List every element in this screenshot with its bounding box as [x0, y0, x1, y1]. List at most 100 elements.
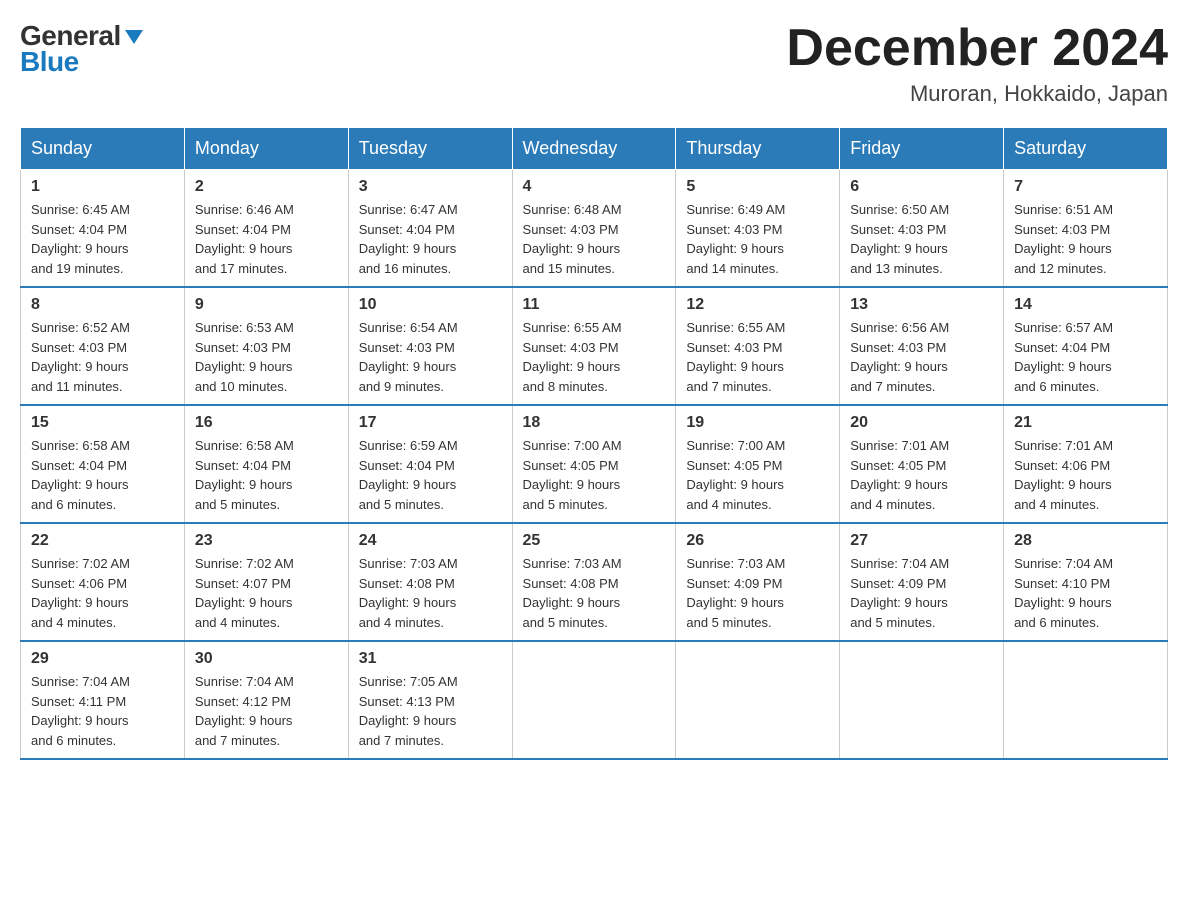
calendar-cell — [840, 641, 1004, 759]
calendar-cell: 24 Sunrise: 7:03 AMSunset: 4:08 PMDayligh… — [348, 523, 512, 641]
day-number: 9 — [195, 296, 338, 314]
day-info: Sunrise: 7:02 AMSunset: 4:06 PMDaylight:… — [31, 554, 174, 632]
day-number: 19 — [686, 414, 829, 432]
calendar-cell: 13 Sunrise: 6:56 AMSunset: 4:03 PMDayligh… — [840, 287, 1004, 405]
day-number: 18 — [523, 414, 666, 432]
calendar-cell: 19 Sunrise: 7:00 AMSunset: 4:05 PMDayligh… — [676, 405, 840, 523]
day-info: Sunrise: 7:03 AMSunset: 4:09 PMDaylight:… — [686, 554, 829, 632]
day-info: Sunrise: 7:02 AMSunset: 4:07 PMDaylight:… — [195, 554, 338, 632]
calendar-cell: 29 Sunrise: 7:04 AMSunset: 4:11 PMDayligh… — [21, 641, 185, 759]
day-number: 10 — [359, 296, 502, 314]
day-info: Sunrise: 6:49 AMSunset: 4:03 PMDaylight:… — [686, 200, 829, 278]
day-number: 30 — [195, 650, 338, 668]
day-info: Sunrise: 6:56 AMSunset: 4:03 PMDaylight:… — [850, 318, 993, 396]
calendar-cell: 1 Sunrise: 6:45 AMSunset: 4:04 PMDaylight… — [21, 170, 185, 288]
header-tuesday: Tuesday — [348, 128, 512, 170]
calendar-cell: 16 Sunrise: 6:58 AMSunset: 4:04 PMDayligh… — [184, 405, 348, 523]
logo-triangle-icon — [123, 26, 145, 48]
calendar-cell: 31 Sunrise: 7:05 AMSunset: 4:13 PMDayligh… — [348, 641, 512, 759]
day-number: 17 — [359, 414, 502, 432]
calendar-cell: 26 Sunrise: 7:03 AMSunset: 4:09 PMDayligh… — [676, 523, 840, 641]
day-number: 1 — [31, 178, 174, 196]
calendar-week-row: 8Sunrise: 6:52 AMSunset: 4:03 PMDaylight… — [21, 287, 1168, 405]
calendar-cell: 6Sunrise: 6:50 AMSunset: 4:03 PMDaylight… — [840, 170, 1004, 288]
calendar-cell: 18Sunrise: 7:00 AMSunset: 4:05 PMDayligh… — [512, 405, 676, 523]
calendar-header: Sunday Monday Tuesday Wednesday Thursday… — [21, 128, 1168, 170]
month-title: December 2024 — [786, 20, 1168, 77]
day-info: Sunrise: 6:58 AMSunset: 4:04 PMDaylight:… — [31, 436, 174, 514]
day-info: Sunrise: 7:01 AMSunset: 4:06 PMDaylight:… — [1014, 436, 1157, 514]
calendar-body: 1 Sunrise: 6:45 AMSunset: 4:04 PMDaylight… — [21, 170, 1168, 760]
day-info: Sunrise: 6:54 AMSunset: 4:03 PMDaylight:… — [359, 318, 502, 396]
calendar-cell: 20 Sunrise: 7:01 AMSunset: 4:05 PMDayligh… — [840, 405, 1004, 523]
calendar-week-row: 29 Sunrise: 7:04 AMSunset: 4:11 PMDayligh… — [21, 641, 1168, 759]
calendar-week-row: 1 Sunrise: 6:45 AMSunset: 4:04 PMDaylight… — [21, 170, 1168, 288]
calendar-cell: 12 Sunrise: 6:55 AMSunset: 4:03 PMDayligh… — [676, 287, 840, 405]
day-info: Sunrise: 7:04 AMSunset: 4:11 PMDaylight:… — [31, 672, 174, 750]
day-number: 12 — [686, 296, 829, 314]
header-sunday: Sunday — [21, 128, 185, 170]
day-number: 4 — [523, 178, 666, 196]
day-number: 7 — [1014, 178, 1157, 196]
day-number: 13 — [850, 296, 993, 314]
day-number: 23 — [195, 532, 338, 550]
title-block: December 2024 Muroran, Hokkaido, Japan — [786, 20, 1168, 107]
day-info: Sunrise: 6:47 AMSunset: 4:04 PMDaylight:… — [359, 200, 502, 278]
day-info: Sunrise: 6:45 AMSunset: 4:04 PMDaylight:… — [31, 200, 174, 278]
calendar-week-row: 22 Sunrise: 7:02 AMSunset: 4:06 PMDayligh… — [21, 523, 1168, 641]
calendar-cell — [676, 641, 840, 759]
day-info: Sunrise: 6:51 AMSunset: 4:03 PMDaylight:… — [1014, 200, 1157, 278]
calendar-cell: 7 Sunrise: 6:51 AMSunset: 4:03 PMDaylight… — [1004, 170, 1168, 288]
calendar-cell: 8Sunrise: 6:52 AMSunset: 4:03 PMDaylight… — [21, 287, 185, 405]
day-info: Sunrise: 7:00 AMSunset: 4:05 PMDaylight:… — [686, 436, 829, 514]
calendar-cell: 23 Sunrise: 7:02 AMSunset: 4:07 PMDayligh… — [184, 523, 348, 641]
header-row: Sunday Monday Tuesday Wednesday Thursday… — [21, 128, 1168, 170]
day-number: 5 — [686, 178, 829, 196]
calendar-cell: 4Sunrise: 6:48 AMSunset: 4:03 PMDaylight… — [512, 170, 676, 288]
day-number: 28 — [1014, 532, 1157, 550]
day-info: Sunrise: 6:58 AMSunset: 4:04 PMDaylight:… — [195, 436, 338, 514]
header-saturday: Saturday — [1004, 128, 1168, 170]
day-info: Sunrise: 6:53 AMSunset: 4:03 PMDaylight:… — [195, 318, 338, 396]
calendar-cell — [512, 641, 676, 759]
day-info: Sunrise: 6:59 AMSunset: 4:04 PMDaylight:… — [359, 436, 502, 514]
logo-blue-text: Blue — [20, 46, 79, 78]
day-number: 24 — [359, 532, 502, 550]
day-info: Sunrise: 6:46 AMSunset: 4:04 PMDaylight:… — [195, 200, 338, 278]
day-number: 11 — [523, 296, 666, 314]
location-subtitle: Muroran, Hokkaido, Japan — [786, 81, 1168, 107]
logo: General Blue — [20, 20, 145, 78]
calendar-cell: 22 Sunrise: 7:02 AMSunset: 4:06 PMDayligh… — [21, 523, 185, 641]
header-friday: Friday — [840, 128, 1004, 170]
day-number: 31 — [359, 650, 502, 668]
day-info: Sunrise: 7:03 AMSunset: 4:08 PMDaylight:… — [359, 554, 502, 632]
calendar-table: Sunday Monday Tuesday Wednesday Thursday… — [20, 127, 1168, 760]
day-number: 20 — [850, 414, 993, 432]
day-info: Sunrise: 7:05 AMSunset: 4:13 PMDaylight:… — [359, 672, 502, 750]
day-number: 22 — [31, 532, 174, 550]
day-info: Sunrise: 6:52 AMSunset: 4:03 PMDaylight:… — [31, 318, 174, 396]
calendar-cell: 9 Sunrise: 6:53 AMSunset: 4:03 PMDaylight… — [184, 287, 348, 405]
day-info: Sunrise: 7:01 AMSunset: 4:05 PMDaylight:… — [850, 436, 993, 514]
day-number: 26 — [686, 532, 829, 550]
calendar-cell: 30 Sunrise: 7:04 AMSunset: 4:12 PMDayligh… — [184, 641, 348, 759]
calendar-cell: 5 Sunrise: 6:49 AMSunset: 4:03 PMDaylight… — [676, 170, 840, 288]
day-number: 21 — [1014, 414, 1157, 432]
day-number: 15 — [31, 414, 174, 432]
calendar-cell: 14Sunrise: 6:57 AMSunset: 4:04 PMDayligh… — [1004, 287, 1168, 405]
day-info: Sunrise: 7:04 AMSunset: 4:12 PMDaylight:… — [195, 672, 338, 750]
header-thursday: Thursday — [676, 128, 840, 170]
day-number: 27 — [850, 532, 993, 550]
calendar-cell: 2 Sunrise: 6:46 AMSunset: 4:04 PMDaylight… — [184, 170, 348, 288]
day-info: Sunrise: 6:55 AMSunset: 4:03 PMDaylight:… — [686, 318, 829, 396]
calendar-cell: 15 Sunrise: 6:58 AMSunset: 4:04 PMDayligh… — [21, 405, 185, 523]
calendar-week-row: 15 Sunrise: 6:58 AMSunset: 4:04 PMDayligh… — [21, 405, 1168, 523]
calendar-cell — [1004, 641, 1168, 759]
day-number: 16 — [195, 414, 338, 432]
day-number: 29 — [31, 650, 174, 668]
day-info: Sunrise: 7:04 AMSunset: 4:10 PMDaylight:… — [1014, 554, 1157, 632]
header-monday: Monday — [184, 128, 348, 170]
calendar-cell: 21 Sunrise: 7:01 AMSunset: 4:06 PMDayligh… — [1004, 405, 1168, 523]
page-header: General Blue December 2024 Muroran, Hokk… — [20, 20, 1168, 107]
day-number: 2 — [195, 178, 338, 196]
